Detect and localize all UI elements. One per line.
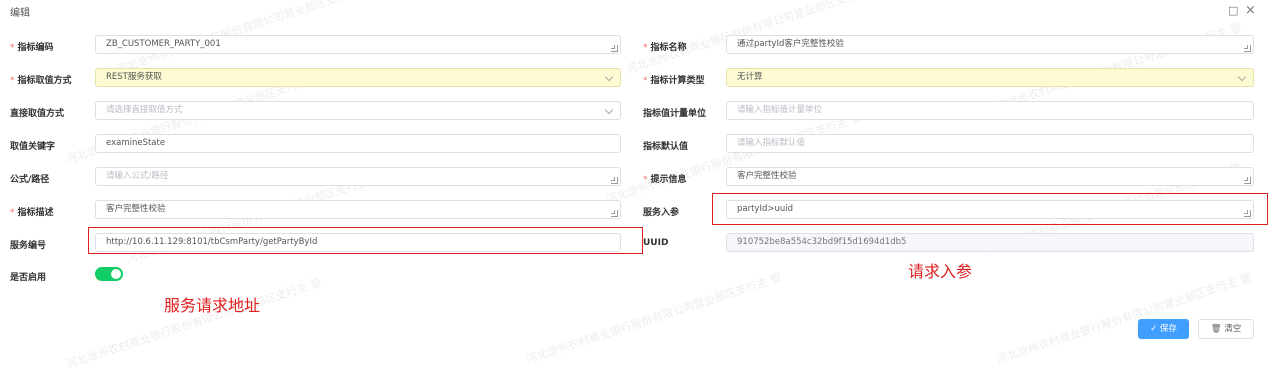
trash-icon: 🗑 (1210, 324, 1225, 334)
label-direct-method: 直接取值方式 (10, 109, 65, 119)
required-mark: * (643, 43, 648, 53)
maximize-icon[interactable]: □ (1228, 4, 1238, 17)
required-mark: * (643, 175, 648, 185)
clear-button[interactable]: 🗑 清空 (1198, 319, 1254, 339)
indicator-code-input[interactable]: ZB_CUSTOMER_PARTY_001 (95, 35, 621, 54)
calc-type-select[interactable]: 无计算 (726, 68, 1254, 87)
annotation-box-request-param (712, 193, 1268, 225)
close-icon[interactable]: × (1245, 3, 1256, 18)
resize-handle-icon[interactable] (611, 45, 618, 52)
key-word-input[interactable]: examineState (95, 134, 621, 153)
default-value-input[interactable]: 请输入指标默认值 (726, 134, 1254, 153)
value-method-select[interactable]: REST服务获取 (95, 68, 621, 87)
required-mark: * (643, 76, 648, 86)
label-key-word: 取值关键字 (10, 142, 56, 152)
annotation-service-url: 服务请求地址 (164, 296, 261, 315)
check-icon: ✓ (1150, 324, 1160, 334)
resize-handle-icon[interactable] (1244, 45, 1251, 52)
label-hint: * 提示信息 (643, 175, 687, 185)
label-enabled: 是否启用 (10, 273, 47, 283)
uuid-input: 910752be8a554c32bd9f15d1694d1db5 (726, 233, 1254, 252)
label-description: * 指标描述 (10, 208, 54, 218)
label-uuid: UUID (643, 238, 669, 248)
direct-method-select[interactable]: 请选择直接取值方式 (95, 101, 621, 120)
watermark: 河北沧州农村商业银行股份有限公司营业部区支行主 管 (524, 270, 784, 366)
label-calc-type: * 指标计算类型 (643, 76, 705, 86)
label-indicator-code: * 指标编码 (10, 43, 54, 53)
indicator-name-input[interactable]: 通过partyId客户完整性校验 (726, 35, 1254, 54)
required-mark: * (10, 43, 15, 53)
watermark: 河北沧州农村商业银行股份有限公司营业部区支行主 管 (64, 275, 324, 371)
dialog-title: 编辑 (10, 8, 30, 19)
resize-handle-icon[interactable] (611, 210, 618, 217)
formula-input[interactable]: 请输入公式/路径 (95, 167, 621, 186)
hint-input[interactable]: 客户完整性校验 (726, 167, 1254, 186)
chevron-down-icon (1237, 72, 1247, 82)
resize-handle-icon[interactable] (1244, 177, 1251, 184)
label-service-param: 服务入参 (643, 208, 680, 218)
label-indicator-name: * 指标名称 (643, 43, 687, 53)
enabled-toggle[interactable] (95, 267, 123, 281)
annotation-box-service-url (88, 227, 643, 254)
description-input[interactable]: 客户完整性校验 (95, 200, 621, 219)
required-mark: * (10, 76, 15, 86)
chevron-down-icon (604, 105, 614, 115)
unit-input[interactable]: 请输入指标值计量单位 (726, 101, 1254, 120)
toggle-knob (111, 269, 121, 279)
label-unit: 指标值计量单位 (643, 109, 707, 119)
label-service-no: 服务编号 (10, 241, 47, 251)
label-value-method: * 指标取值方式 (10, 76, 72, 86)
save-button[interactable]: ✓ 保存 (1138, 319, 1189, 339)
resize-handle-icon[interactable] (611, 177, 618, 184)
watermark: 河北沧州农村商业银行股份有限公司营业部区支行主 管 (994, 270, 1254, 366)
label-formula: 公式/路径 (10, 175, 50, 185)
annotation-request-param: 请求入参 (908, 262, 973, 281)
label-default-value: 指标默认值 (643, 142, 689, 152)
required-mark: * (10, 208, 15, 218)
chevron-down-icon (604, 72, 614, 82)
